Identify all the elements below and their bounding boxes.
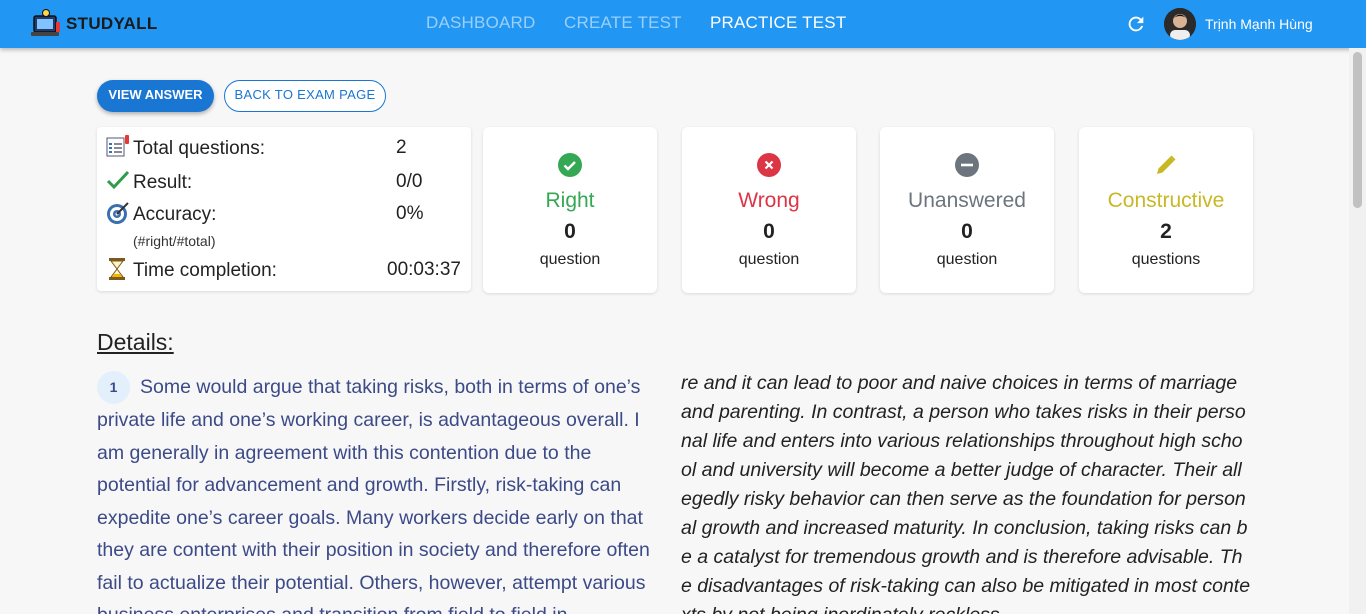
check-circle-icon <box>558 153 582 177</box>
stat-card-constructive: Constructive 2 questions <box>1079 127 1253 293</box>
pencil-icon <box>1154 153 1178 177</box>
result-label: Result: <box>133 172 193 193</box>
essay-answer-column-left: 1 Some would argue that taking risks, bot… <box>97 371 665 614</box>
essay-text-left: Some would argue that taking risks, both… <box>97 376 650 614</box>
stat-title-right: Right <box>545 189 595 212</box>
stat-count-right: 0 <box>564 220 576 243</box>
details-heading: Details: <box>97 329 174 355</box>
accuracy-formula-note: (#right/#total) <box>133 233 216 249</box>
time-completion-value: 00:03:37 <box>387 259 461 280</box>
result-value: 0/0 <box>396 171 423 192</box>
target-icon <box>106 201 130 225</box>
total-questions-value: 2 <box>396 137 407 158</box>
accuracy-value: 0% <box>396 203 424 224</box>
stat-title-unanswered: Unanswered <box>908 189 1026 212</box>
stat-count-unanswered: 0 <box>961 220 973 243</box>
nav-practice-test[interactable]: PRACTICE TEST <box>710 13 846 33</box>
stat-title-wrong: Wrong <box>738 189 800 212</box>
essay-text-right: re and it can lead to poor and naive cho… <box>681 372 1251 614</box>
stat-unit-right: question <box>539 251 601 268</box>
brand-logo[interactable]: STUDYALL <box>30 7 158 41</box>
stat-title-constructive: Constructive <box>1107 189 1225 212</box>
stat-count-constructive: 2 <box>1160 220 1172 243</box>
stat-card-wrong: Wrong 0 question <box>682 127 856 293</box>
top-navbar: STUDYALL DASHBOARD CREATE TEST PRACTICE … <box>0 0 1366 48</box>
view-answer-button[interactable]: VIEW ANSWER <box>97 80 214 112</box>
stat-unit-constructive: questions <box>1131 251 1201 268</box>
question-number-badge[interactable]: 1 <box>97 371 130 405</box>
time-completion-label: Time completion: <box>133 260 277 281</box>
refresh-icon[interactable] <box>1125 13 1147 35</box>
stat-count-wrong: 0 <box>763 220 775 243</box>
hourglass-icon <box>106 257 130 281</box>
essay-answer-column-right: re and it can lead to poor and naive cho… <box>681 369 1251 614</box>
stat-card-right: Right 0 question <box>483 127 657 293</box>
minus-circle-icon <box>955 153 979 177</box>
nav-create-test[interactable]: CREATE TEST <box>564 13 682 33</box>
stat-unit-wrong: question <box>738 251 800 268</box>
page-scrollbar[interactable] <box>1349 48 1366 614</box>
scrollbar-thumb[interactable] <box>1353 52 1362 208</box>
user-avatar[interactable] <box>1164 8 1196 40</box>
nav-dashboard[interactable]: DASHBOARD <box>426 13 536 33</box>
stat-card-unanswered: Unanswered 0 question <box>880 127 1054 293</box>
accuracy-label: Accuracy: <box>133 204 217 225</box>
x-circle-icon <box>757 153 781 177</box>
user-name[interactable]: Trịnh Mạnh Hùng <box>1205 16 1313 32</box>
stat-unit-unanswered: question <box>936 251 998 268</box>
result-summary-card: Total questions: 2 Result: 0/0 Accuracy:… <box>97 127 471 291</box>
test-list-icon <box>106 135 130 159</box>
studyall-logo-icon <box>30 8 62 40</box>
back-to-exam-button[interactable]: BACK TO EXAM PAGE <box>224 80 386 112</box>
total-questions-label: Total questions: <box>133 138 266 159</box>
brand-name: STUDYALL <box>66 14 158 33</box>
checkmark-icon <box>106 169 130 193</box>
